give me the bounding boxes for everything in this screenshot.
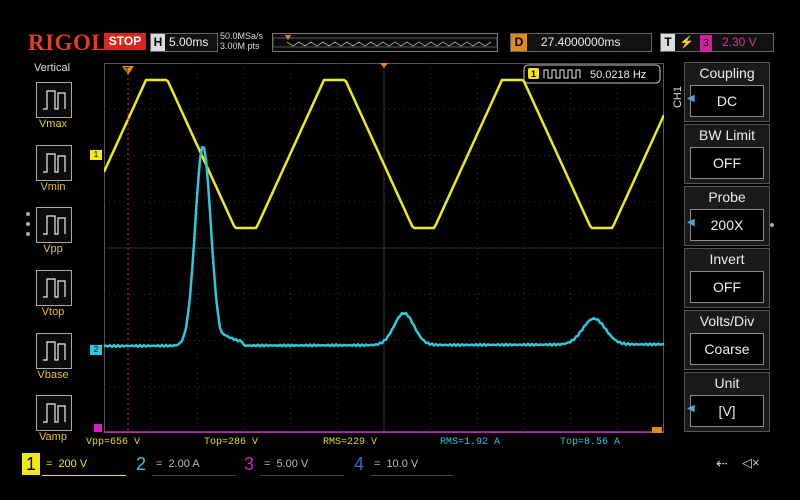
run-stop-status[interactable]: STOP [104,33,146,50]
channel-menu-tag: CH1 [672,86,684,109]
measure-vpp: Vpp=656 V [86,437,141,448]
coupling-icon: = [46,458,53,470]
menu-value[interactable]: Coarse [690,333,764,365]
ch3-offset-marker[interactable] [94,424,102,432]
pulse-icon [43,403,66,423]
menu-probe[interactable]: Probe 200X ◀ [684,186,770,246]
measure-vmin-button[interactable] [36,145,72,181]
coupling-icon: = [264,458,271,470]
menu-title: Probe [708,189,746,205]
channel-3-button[interactable]: 3 = 5.00 V [240,453,344,476]
usb-icon: ⇠ [716,455,728,471]
measure-top-ch2: Top=8.56 A [560,437,621,448]
menu-arrow-icon: ◀ [687,403,695,414]
delay-value: 27.4000000ms [541,35,621,49]
measure-label: Vmin [40,181,66,193]
scroll-dot [770,223,774,227]
measure-label: Vtop [41,306,65,318]
measure-vtop-button[interactable] [36,270,72,306]
measure-vpp-button[interactable] [36,207,72,243]
trigger-display[interactable]: T ⚡ 3 2.30 V [660,33,774,52]
ch1-offset-marker[interactable]: 1 [90,150,102,160]
measure-vamp-button[interactable] [36,395,72,431]
menu-title: Volts/Div [699,313,755,329]
measure-label: Vbase [37,369,69,381]
menu-arrow-icon: ◀ [687,217,695,228]
menu-value[interactable]: OFF [690,147,764,179]
memory-overview-waveform [272,35,498,48]
channel-2-button[interactable]: 2 = 2.00 A [132,453,236,476]
coupling-icon: = [374,458,381,470]
memory-overview-bar[interactable] [272,33,498,52]
sample-rate: 50.0MSa/s [220,31,264,41]
measure-label: Vmax [38,118,68,130]
scroll-dot [26,232,30,236]
menu-value[interactable]: 200X [690,209,764,241]
coupling-icon: = [156,458,163,470]
rigol-logo: RIGOL [28,30,108,55]
menu-coupling[interactable]: Coupling DC ◀ [684,62,770,122]
menu-unit[interactable]: Unit [V] ◀ [684,372,770,432]
pulse-icon [43,153,66,173]
measure-top-ch1: Top=286 V [204,437,259,448]
measure-rms-ch2: RMS=1.92 A [440,437,501,448]
menu-arrow-icon: ◀ [687,93,695,104]
trigger-level-marker [652,427,662,433]
acquisition-info: 50.0MSa/s 3.00M pts [220,31,263,51]
channel-scale: 2.00 A [168,458,200,470]
trigger-label: T [661,34,675,51]
timebase-display[interactable]: H 5.00ms [150,33,218,52]
channel-scale: 10.0 V [386,458,419,470]
edge-trigger-icon: ⚡ [679,35,694,49]
trigger-source: 3 [699,35,712,52]
measure-label: Vpp [43,243,63,255]
channel-number: 2 [135,454,146,474]
pulse-icon [43,215,66,235]
memory-depth: 3.00M pts [220,41,260,51]
trigger-marker-label: T [125,66,130,75]
pulse-icon [43,341,66,361]
waveform-display[interactable]: T 1 50.0218 Hz [104,63,664,433]
measure-rms-ch1: RMS=229 V [323,437,378,448]
horizontal-center-marker [380,63,388,68]
scroll-dot [26,222,30,226]
channel-1-button[interactable]: 1 = 200 V [22,453,126,476]
channel-number: 3 [243,454,254,474]
delay-label: D [511,34,527,51]
sound-mute-icon[interactable]: ◁× [742,455,760,471]
measure-menu-title: Vertical [33,62,71,74]
measure-vmax-button[interactable] [36,82,72,118]
menu-title: BW Limit [699,127,755,143]
channel-scale: 200 V [58,458,88,470]
channel-scale: 5.00 V [276,458,309,470]
menu-value[interactable]: DC [690,85,764,117]
menu-invert[interactable]: Invert OFF [684,248,770,308]
menu-bw-limit[interactable]: BW Limit OFF [684,124,770,184]
channel-number: 1 [22,453,40,475]
ch2-offset-marker[interactable]: 2 [90,345,102,355]
menu-title: Unit [714,375,740,391]
measure-vbase-button[interactable] [36,333,72,369]
menu-value[interactable]: [V] [690,395,764,427]
measure-label: Vamp [39,431,67,443]
menu-value[interactable]: OFF [690,271,764,303]
channel-number: 4 [353,454,364,474]
frequency-value: 50.0218 Hz [590,69,646,81]
scroll-dot [26,212,30,216]
timebase-value: 5.00ms [169,35,209,49]
menu-title: Invert [709,251,745,267]
pulse-icon [43,90,66,110]
menu-volts-div[interactable]: Volts/Div Coarse [684,310,770,370]
menu-title: Coupling [699,65,755,81]
channel-4-button[interactable]: 4 = 10.0 V [350,453,454,476]
frequency-counter-channel-num: 1 [531,69,536,79]
trigger-level: 2.30 V [721,35,757,49]
delay-display[interactable]: D 27.4000000ms [510,33,652,52]
horizontal-label: H [151,34,165,51]
pulse-icon [43,278,66,298]
